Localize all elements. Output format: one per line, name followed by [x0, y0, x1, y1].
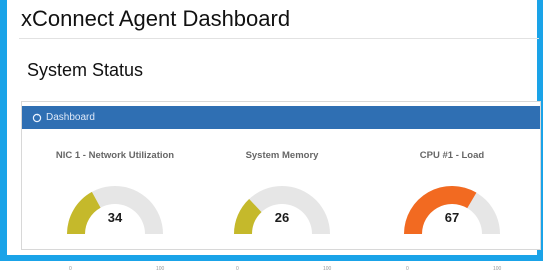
gauge-system-memory: System Memory 26 0 100	[197, 142, 367, 272]
dashboard-frame: xConnect Agent Dashboard System Status D…	[0, 0, 543, 272]
title-divider	[19, 38, 539, 39]
gauge-chart	[67, 186, 163, 234]
gauge-label: CPU #1 - Load	[419, 150, 485, 161]
gauge-value: 34	[107, 210, 123, 225]
gauge-value: 26	[274, 210, 290, 225]
gauge-max-label: 100	[493, 266, 502, 272]
gauge-min-label: 0	[236, 266, 239, 272]
refresh-icon[interactable]	[32, 113, 42, 123]
gauge-min-label: 0	[69, 266, 72, 272]
gauge-label: NIC 1 - Network Utilization	[55, 150, 175, 161]
panel-header[interactable]: Dashboard	[22, 106, 540, 129]
dashboard-panel: Dashboard NIC 1 - Network Utilization 34…	[21, 101, 541, 272]
gauge-nic-network-utilization: NIC 1 - Network Utilization 34 0 100	[30, 142, 200, 272]
section-title: System Status	[27, 60, 144, 80]
gauge-chart	[404, 186, 500, 234]
app-title: xConnect Agent Dashboard	[21, 6, 291, 31]
gauge-chart	[234, 186, 330, 234]
gauge-min-label: 0	[406, 266, 409, 272]
gauge-max-label: 100	[156, 266, 165, 272]
gauge-max-label: 100	[323, 266, 332, 272]
gauge-cpu-load: CPU #1 - Load 67 0 100	[367, 142, 537, 272]
gauge-value: 67	[444, 210, 460, 225]
panel-header-label: Dashboard	[46, 112, 95, 123]
gauge-label: System Memory	[245, 150, 319, 161]
